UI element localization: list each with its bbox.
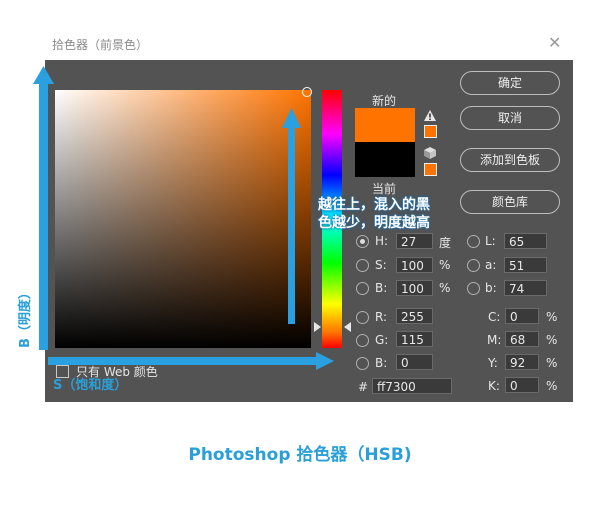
cancel-button[interactable]: 取消 [460, 106, 560, 130]
label-rgb-b: B: [375, 356, 388, 370]
unit-c: % [546, 310, 558, 324]
unit-s: % [439, 258, 451, 272]
label-l: L: [485, 234, 496, 248]
label-c: C: [488, 310, 501, 324]
b-axis-annotation: B（明度） [18, 286, 33, 348]
field-s[interactable]: 100 [396, 257, 433, 273]
s-axis-arrow-head [316, 352, 334, 370]
field-h[interactable]: 27 [396, 233, 433, 249]
color-field-handle[interactable] [302, 87, 312, 97]
label-g: G: [375, 333, 389, 347]
close-icon[interactable]: ✕ [548, 33, 561, 52]
ok-button[interactable]: 确定 [460, 71, 560, 95]
field-rgb-b[interactable]: 0 [396, 354, 433, 370]
hex-label: # [358, 380, 369, 394]
gamut-color-chip[interactable] [424, 125, 437, 138]
brightness-arrow-head [282, 108, 301, 128]
cube-icon[interactable] [423, 146, 437, 160]
label-y: Y: [488, 356, 498, 370]
b-axis-arrow-head [33, 66, 54, 84]
color-libraries-button[interactable]: 颜色库 [460, 190, 560, 214]
field-lab-b[interactable]: 74 [504, 280, 547, 296]
label-r: R: [375, 310, 388, 324]
field-y[interactable]: 92 [505, 354, 539, 370]
hue-slider-left-arrow[interactable] [314, 322, 321, 332]
radio-h[interactable] [356, 235, 369, 248]
unit-k: % [546, 379, 558, 393]
s-axis-arrow-shaft [48, 357, 318, 365]
radio-b[interactable] [356, 282, 369, 295]
unit-h: 度 [439, 236, 452, 250]
unit-b: % [439, 281, 451, 295]
b-axis-annotation-wrap: B（明度） [14, 286, 42, 438]
label-b: B: [375, 281, 388, 295]
field-c[interactable]: 0 [505, 308, 539, 324]
field-l[interactable]: 65 [504, 233, 547, 249]
figure-caption: Photoshop 拾色器（HSB) [188, 445, 412, 465]
brightness-arrow-shaft [288, 126, 295, 324]
label-h: H: [375, 234, 389, 248]
b-axis-arrow-shaft [39, 82, 48, 350]
current-color-label: 当前 [372, 182, 397, 196]
unit-m: % [546, 333, 558, 347]
dialog-title: 拾色器（前景色） [52, 38, 149, 52]
current-color-swatch[interactable] [355, 142, 415, 177]
unit-y: % [546, 356, 558, 370]
radio-rgb-b[interactable] [356, 357, 369, 370]
field-r[interactable]: 255 [396, 308, 433, 324]
radio-lab-b[interactable] [467, 282, 480, 295]
brightness-annotation: 越往上，混入的黑色越少，明度越高 [318, 197, 430, 231]
field-b[interactable]: 100 [396, 280, 433, 296]
label-s: S: [375, 258, 387, 272]
radio-l[interactable] [467, 235, 480, 248]
add-to-swatches-button[interactable]: 添加到色板 [460, 148, 560, 172]
new-color-label: 新的 [372, 94, 397, 108]
hex-field[interactable]: ff7300 [372, 378, 452, 394]
field-k[interactable]: 0 [505, 377, 539, 393]
radio-r[interactable] [356, 311, 369, 324]
label-k: K: [488, 379, 500, 393]
field-m[interactable]: 68 [505, 331, 539, 347]
radio-g[interactable] [356, 334, 369, 347]
label-lab-b: b: [485, 281, 497, 295]
web-safe-color-chip[interactable] [424, 163, 437, 176]
hue-slider-right-arrow[interactable] [344, 322, 351, 332]
label-a: a: [485, 258, 497, 272]
field-a[interactable]: 51 [504, 257, 547, 273]
radio-a[interactable] [467, 259, 480, 272]
warning-triangle-icon[interactable] [423, 109, 437, 122]
field-g[interactable]: 115 [396, 331, 433, 347]
color-field[interactable] [55, 90, 311, 348]
radio-s[interactable] [356, 259, 369, 272]
s-axis-annotation: S（饱和度） [53, 378, 128, 393]
new-color-swatch [355, 108, 415, 142]
label-m: M: [487, 333, 502, 347]
